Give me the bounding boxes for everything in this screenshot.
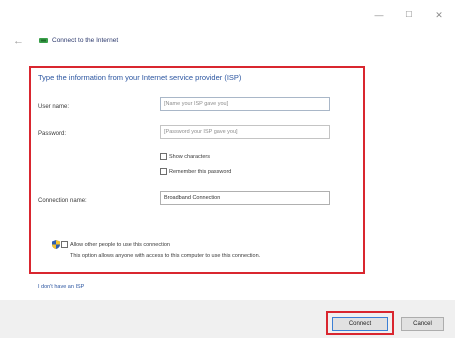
no-isp-link[interactable]: I don't have an ISP (38, 283, 84, 291)
remember-password-label: Remember this password (169, 169, 232, 175)
show-characters-checkbox[interactable]: Show characters (160, 152, 210, 162)
allow-others-note: This option allows anyone with access to… (70, 253, 261, 259)
uac-shield-icon (52, 240, 60, 249)
password-input[interactable]: [Password your ISP gave you] (160, 125, 330, 139)
remember-password-checkbox[interactable]: Remember this password (160, 167, 231, 177)
maximize-button[interactable]: ☐ (394, 8, 424, 22)
network-icon (39, 38, 48, 43)
form-heading: Type the information from your Internet … (38, 73, 242, 82)
minimize-button[interactable]: — (364, 8, 394, 22)
show-characters-label: Show characters (169, 154, 210, 160)
username-label: User name: (38, 104, 70, 110)
close-button[interactable]: ✕ (424, 8, 454, 22)
password-label: Password: (38, 131, 67, 137)
username-input[interactable]: [Name your ISP gave you] (160, 97, 330, 111)
cancel-button[interactable]: Cancel (401, 317, 444, 331)
allow-others-label: Allow other people to use this connectio… (70, 242, 170, 248)
checkbox-icon[interactable] (61, 241, 68, 249)
connection-name-label: Connection name: (38, 198, 87, 204)
connect-dialog-window: — ☐ ✕ ← Connect to the Internet Type the… (0, 0, 455, 338)
checkbox-icon[interactable] (160, 153, 167, 161)
checkbox-icon[interactable] (160, 168, 167, 176)
connect-button[interactable]: Connect (332, 317, 388, 331)
allow-others-checkbox[interactable]: Allow other people to use this connectio… (61, 241, 170, 249)
back-arrow-icon[interactable]: ← (13, 35, 24, 47)
dialog-title: Connect to the Internet (52, 37, 119, 44)
connection-name-input[interactable]: Broadband Connection (160, 191, 330, 205)
